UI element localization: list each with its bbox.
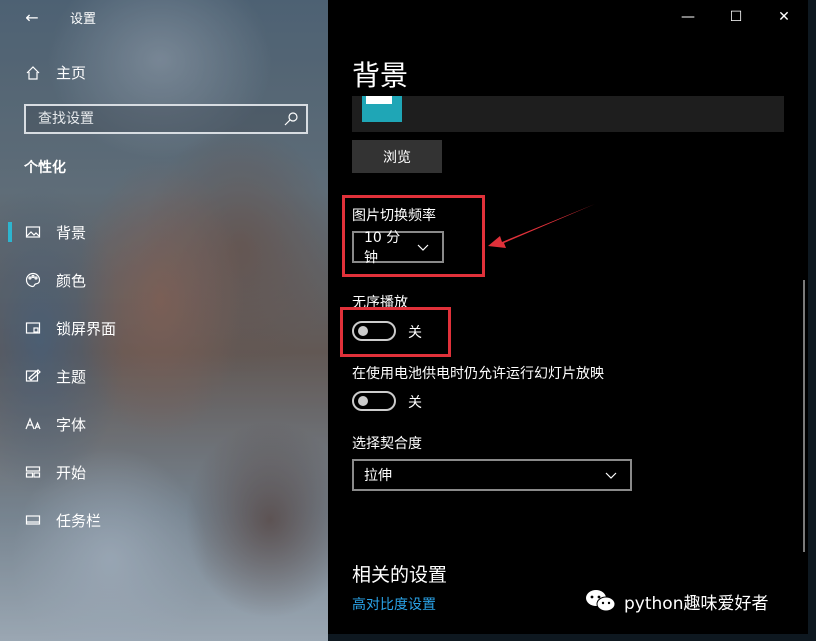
nav-item-label: 开始 xyxy=(56,463,87,482)
browse-button[interactable]: 浏览 xyxy=(352,140,442,173)
selected-album-strip[interactable] xyxy=(352,96,784,132)
search-input[interactable] xyxy=(36,110,282,128)
nav-item-label: 任务栏 xyxy=(56,511,102,530)
battery-slideshow-state: 关 xyxy=(408,395,422,411)
fit-label: 选择契合度 xyxy=(352,436,422,452)
nav-item-fonts[interactable]: 字体 xyxy=(0,400,328,448)
section-title: 个性化 xyxy=(24,160,66,176)
theme-icon xyxy=(24,367,42,385)
chevron-down-icon xyxy=(602,466,620,484)
font-icon xyxy=(24,415,42,433)
nav-home[interactable]: 主页 xyxy=(24,62,86,83)
nav-item-lock-screen[interactable]: 锁屏界面 xyxy=(0,304,328,352)
nav-item-themes[interactable]: 主题 xyxy=(0,352,328,400)
wechat-icon xyxy=(586,590,616,612)
nav-item-start[interactable]: 开始 xyxy=(0,448,328,496)
nav-item-label: 背景 xyxy=(56,223,87,242)
minimize-button[interactable]: — xyxy=(664,0,712,34)
nav-item-colors[interactable]: 颜色 xyxy=(0,256,328,304)
annotation-box-interval xyxy=(342,195,485,277)
palette-icon xyxy=(24,271,42,289)
taskbar-icon xyxy=(24,511,42,529)
battery-slideshow-toggle[interactable] xyxy=(352,391,396,411)
search-box[interactable] xyxy=(24,104,308,134)
watermark-text: python趣味爱好者 xyxy=(624,593,769,614)
back-button[interactable]: ← xyxy=(20,5,44,29)
nav-home-label: 主页 xyxy=(56,64,87,82)
nav-item-taskbar[interactable]: 任务栏 xyxy=(0,496,328,544)
nav-item-label: 颜色 xyxy=(56,271,87,290)
start-icon xyxy=(24,463,42,481)
nav-item-label: 主题 xyxy=(56,367,87,386)
high-contrast-link[interactable]: 高对比度设置 xyxy=(352,594,436,614)
annotation-box-shuffle xyxy=(340,307,451,357)
home-icon xyxy=(24,64,42,82)
nav-list: 背景 颜色 锁屏界面 主题 字体 开始 任务栏 xyxy=(0,208,328,544)
album-thumbnail xyxy=(362,96,402,122)
window-controls: — ☐ ✕ xyxy=(664,0,808,34)
picture-icon xyxy=(24,223,42,241)
nav-item-background[interactable]: 背景 xyxy=(0,208,328,256)
battery-slideshow-label: 在使用电池供电时仍允许运行幻灯片放映 xyxy=(352,366,604,382)
search-icon xyxy=(282,110,300,128)
nav-item-label: 锁屏界面 xyxy=(56,319,117,338)
annotation-arrow-icon xyxy=(488,204,595,248)
close-button[interactable]: ✕ xyxy=(760,0,808,34)
lock-screen-icon xyxy=(24,319,42,337)
app-title: 设置 xyxy=(70,11,97,27)
fit-value: 拉伸 xyxy=(364,468,392,484)
maximize-button[interactable]: ☐ xyxy=(712,0,760,34)
settings-sidebar: ← 设置 主页 个性化 背景 颜色 xyxy=(0,0,328,641)
fit-dropdown[interactable]: 拉伸 xyxy=(352,459,632,491)
page-title: 背景 xyxy=(352,59,409,92)
watermark: python趣味爱好者 xyxy=(584,588,768,614)
related-settings-title: 相关的设置 xyxy=(352,564,448,586)
title-bar: ← 设置 xyxy=(0,0,328,34)
nav-item-label: 字体 xyxy=(56,415,87,434)
scrollbar[interactable] xyxy=(803,280,805,552)
